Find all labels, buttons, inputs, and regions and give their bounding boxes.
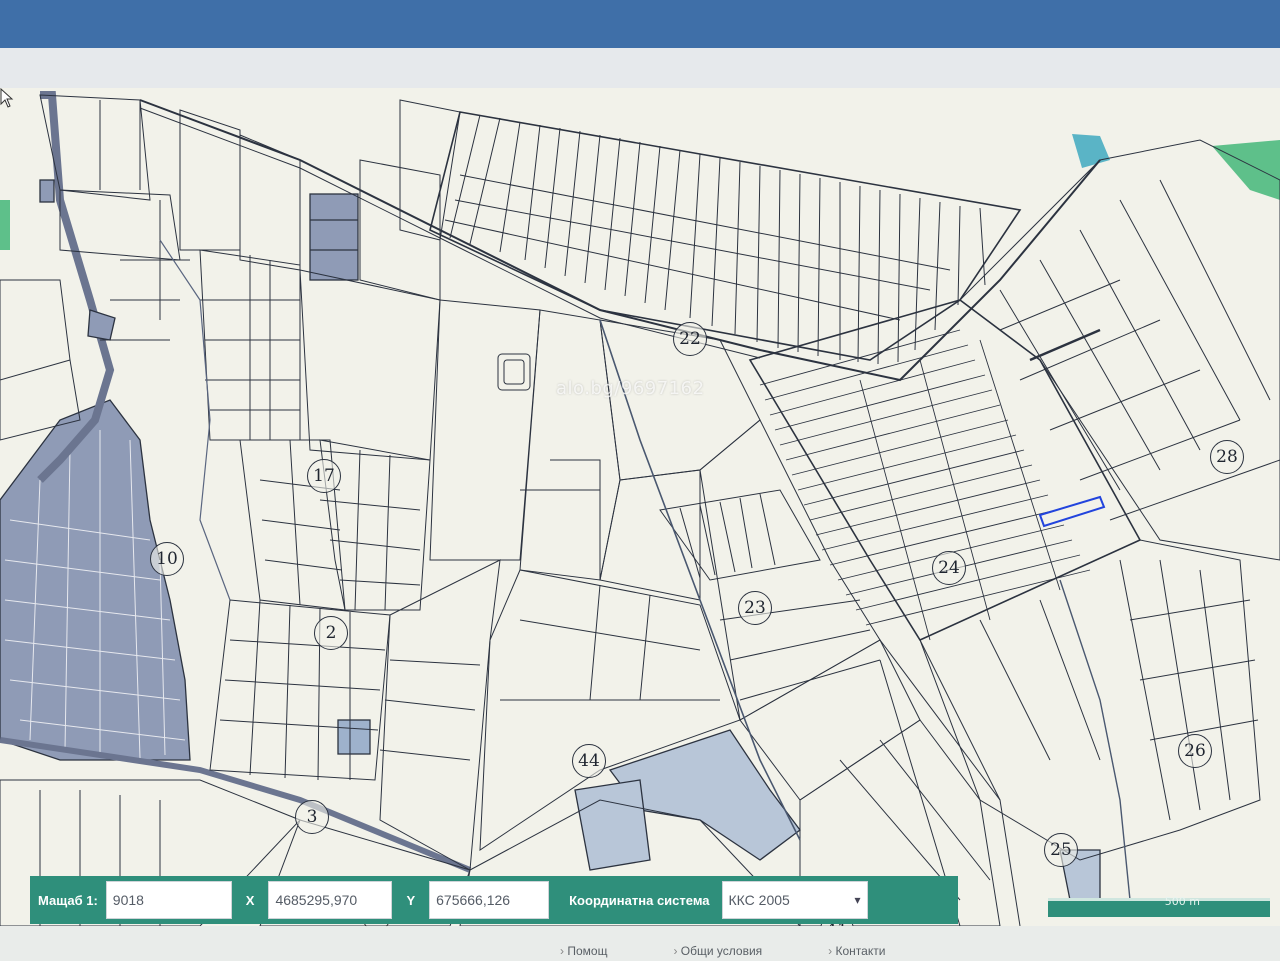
parcel-label-23: 23	[738, 591, 772, 625]
crs-value: ККС 2005	[728, 892, 790, 908]
cadastral-map[interactable]: 22 17 10 2 3 23 24 28 26 25 44 41 alo.bg…	[0, 88, 1280, 926]
coordinates-toolbar: Мащаб 1: 9018 X 4685295,970 Y 675666,126…	[30, 876, 958, 924]
footer-link-help[interactable]: Помощ	[560, 944, 607, 961]
map-canvas[interactable]	[0, 88, 1280, 926]
parcel-label-17: 17	[307, 459, 341, 493]
parcel-label-10: 10	[150, 542, 184, 576]
watermark: alo.bg/9697162	[556, 378, 705, 399]
crs-label: Координатна система	[569, 892, 710, 908]
green-area-left	[0, 200, 10, 250]
header-strip	[0, 48, 1280, 90]
parcel-label-24: 24	[932, 551, 966, 585]
highlight-parcel-3	[337, 719, 371, 755]
scale-label: Мащаб 1:	[38, 892, 98, 908]
x-coordinate-field[interactable]: 4685295,970	[268, 881, 393, 919]
footer-link-contacts[interactable]: Контакти	[828, 944, 886, 961]
water-body	[1072, 134, 1110, 168]
parcel-label-25: 25	[1044, 833, 1078, 867]
scale-input[interactable]: 9018	[105, 881, 232, 919]
mouse-cursor-icon	[0, 88, 14, 108]
parcel-label-28: 28	[1210, 440, 1244, 474]
village-builtup	[0, 399, 191, 761]
parcel-label-26: 26	[1178, 734, 1212, 768]
parcel-label-44: 44	[572, 744, 606, 778]
parcel-label-22: 22	[673, 322, 707, 356]
footer-link-terms[interactable]: Общи условия	[673, 944, 762, 961]
parcel-label-3: 3	[295, 800, 329, 834]
highlight-parcel	[309, 193, 359, 281]
y-label: Y	[406, 892, 416, 908]
pond-outline	[497, 353, 531, 391]
scale-bar: 500 m	[1048, 895, 1270, 917]
scale-bar-text: 500 m	[1164, 895, 1200, 908]
app-header-band	[0, 0, 1280, 48]
crs-select[interactable]: ККС 2005 ▾	[721, 881, 868, 919]
parcel-label-2: 2	[314, 616, 348, 650]
y-coordinate-field[interactable]: 675666,126	[429, 881, 550, 919]
x-label: X	[245, 892, 255, 908]
footer-links: Помощ Общи условия Контакти	[560, 944, 1080, 961]
selected-parcel	[1038, 495, 1106, 528]
green-area	[1212, 140, 1280, 200]
chevron-down-icon: ▾	[854, 893, 861, 907]
